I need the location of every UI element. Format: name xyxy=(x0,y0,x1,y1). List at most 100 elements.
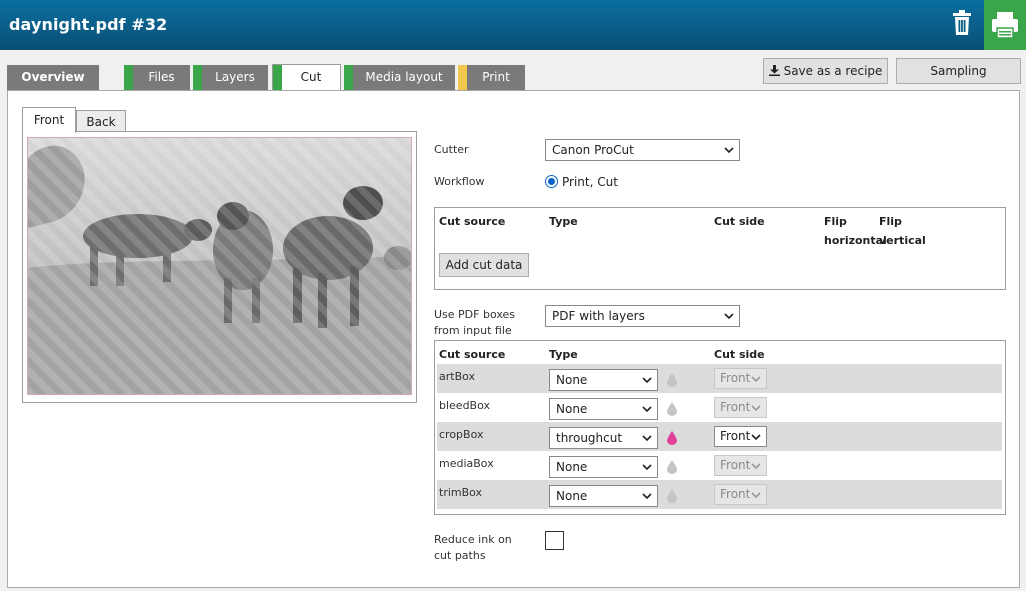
pdf-boxes-value: PDF with layers xyxy=(552,309,645,323)
header-cut-source: Cut source xyxy=(439,348,506,361)
tab-files[interactable]: Files xyxy=(124,65,190,90)
tab-label: Layers xyxy=(215,70,255,84)
cut-source-name: bleedBox xyxy=(439,399,491,412)
subtab-back[interactable]: Back xyxy=(76,110,126,132)
add-cut-data-label: Add cut data xyxy=(445,258,523,272)
chevron-down-icon xyxy=(724,313,734,320)
ink-drop-icon xyxy=(667,431,677,445)
workflow-option-label: Print, Cut xyxy=(562,175,618,189)
cut-side-value: Front xyxy=(720,371,751,385)
workflow-radio-print-cut[interactable] xyxy=(545,175,558,188)
tab-print[interactable]: Print xyxy=(458,65,525,90)
cut-type-select[interactable]: None xyxy=(549,485,658,507)
cut-source-name: cropBox xyxy=(439,428,484,441)
tab-label: Media layout xyxy=(365,70,443,84)
save-recipe-label: Save as a recipe xyxy=(783,64,883,78)
header-flip-horizontal-1: Flip xyxy=(824,215,847,228)
cut-side-select[interactable]: Front xyxy=(714,426,767,447)
chevron-down-icon xyxy=(642,493,652,500)
chevron-down-icon xyxy=(724,147,734,154)
subtab-front-label: Front xyxy=(33,113,65,127)
download-icon xyxy=(768,65,780,76)
sampling-button[interactable]: Sampling xyxy=(896,58,1021,84)
cut-type-select[interactable]: throughcut xyxy=(549,427,658,449)
tab-layers[interactable]: Layers xyxy=(193,65,268,90)
cut-side-value: Front xyxy=(720,487,751,501)
cut-type-select[interactable]: None xyxy=(549,369,658,391)
chevron-down-icon xyxy=(751,405,761,412)
chevron-down-icon xyxy=(751,434,761,441)
tab-media-layout[interactable]: Media layout xyxy=(344,65,455,90)
printer-icon xyxy=(992,12,1018,39)
tab-label: Files xyxy=(148,70,175,84)
tab-status-stripe xyxy=(458,65,467,90)
chevron-down-icon xyxy=(751,463,761,470)
tab-label: Cut xyxy=(300,70,322,84)
tab-status-stripe xyxy=(124,65,133,90)
chevron-down-icon xyxy=(642,377,652,384)
table-row: artBox None Front xyxy=(437,364,1002,393)
tab-status-stripe xyxy=(193,65,202,90)
preview-image xyxy=(27,137,412,395)
tab-label: Print xyxy=(482,70,510,84)
chevron-down-icon xyxy=(751,376,761,383)
tab-overview[interactable]: Overview xyxy=(7,65,99,90)
add-cut-data-button[interactable]: Add cut data xyxy=(439,253,529,277)
table-row: trimBox None Front xyxy=(437,480,1002,509)
subtab-back-label: Back xyxy=(86,115,116,129)
tab-label: Overview xyxy=(21,70,85,84)
table-row: cropBox throughcut Front xyxy=(437,422,1002,451)
cut-type-value: throughcut xyxy=(556,431,623,445)
trash-icon[interactable] xyxy=(951,10,973,36)
ink-drop-icon xyxy=(667,402,677,416)
cut-source-name: mediaBox xyxy=(439,457,494,470)
table-row: mediaBox None Front xyxy=(437,451,1002,480)
cut-side-value: Front xyxy=(720,429,751,443)
header-cut-side: Cut side xyxy=(714,215,765,228)
cut-side-select[interactable]: Front xyxy=(714,397,767,418)
subtab-front[interactable]: Front xyxy=(22,107,76,133)
cutter-label: Cutter xyxy=(434,143,469,156)
pdf-boxes-label-2: from input file xyxy=(434,324,512,337)
pdf-boxes-select[interactable]: PDF with layers xyxy=(545,305,740,327)
chevron-down-icon xyxy=(751,492,761,499)
cutter-select[interactable]: Canon ProCut xyxy=(545,139,740,161)
cut-side-select[interactable]: Front xyxy=(714,484,767,505)
cut-side-value: Front xyxy=(720,400,751,414)
title-bar: daynight.pdf #32 xyxy=(0,0,1026,50)
save-recipe-button[interactable]: Save as a recipe xyxy=(763,58,888,84)
workflow-label: Workflow xyxy=(434,175,485,188)
cutter-value: Canon ProCut xyxy=(552,143,634,157)
cut-type-value: None xyxy=(556,373,588,387)
cut-side-value: Front xyxy=(720,458,751,472)
header-type: Type xyxy=(549,215,578,228)
chevron-down-icon xyxy=(642,435,652,442)
header-cut-side: Cut side xyxy=(714,348,765,361)
print-button[interactable] xyxy=(984,0,1026,50)
ink-drop-icon xyxy=(667,489,677,503)
reduce-ink-label-1: Reduce ink on xyxy=(434,533,512,546)
cut-type-value: None xyxy=(556,489,588,503)
cut-side-select[interactable]: Front xyxy=(714,368,767,389)
cut-type-value: None xyxy=(556,402,588,416)
reduce-ink-checkbox[interactable] xyxy=(545,531,564,550)
cut-type-select[interactable]: None xyxy=(549,456,658,478)
sampling-label: Sampling xyxy=(930,64,987,78)
ink-drop-icon xyxy=(667,460,677,474)
header-type: Type xyxy=(549,348,578,361)
tab-cut[interactable]: Cut xyxy=(272,64,341,91)
header-cut-source: Cut source xyxy=(439,215,506,228)
header-flip-vertical-1: Flip xyxy=(879,215,902,228)
cut-type-select[interactable]: None xyxy=(549,398,658,420)
header-flip-horizontal-2: horizontal xyxy=(824,234,887,247)
cut-side-select[interactable]: Front xyxy=(714,455,767,476)
chevron-down-icon xyxy=(642,406,652,413)
header-flip-vertical-2: vertical xyxy=(879,234,926,247)
chevron-down-icon xyxy=(642,464,652,471)
tab-status-stripe xyxy=(344,65,353,90)
ink-drop-icon xyxy=(667,373,677,387)
tab-status-stripe xyxy=(273,65,282,91)
cut-source-name: artBox xyxy=(439,370,476,383)
pdf-boxes-label-1: Use PDF boxes xyxy=(434,308,516,321)
window-title: daynight.pdf #32 xyxy=(9,15,168,34)
